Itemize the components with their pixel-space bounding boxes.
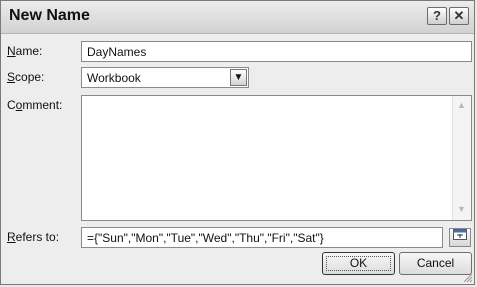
title-bar[interactable]: New Name ? ✕ bbox=[1, 1, 474, 34]
comment-textarea[interactable]: ▲ ▼ bbox=[81, 95, 472, 221]
scroll-up-icon[interactable]: ▲ bbox=[455, 99, 468, 112]
resize-grip-icon[interactable] bbox=[463, 273, 473, 283]
name-input[interactable]: DayNames bbox=[81, 41, 472, 62]
chevron-down-icon[interactable]: ▼ bbox=[230, 69, 247, 86]
scope-selected-value: Workbook bbox=[87, 71, 141, 85]
comment-scrollbar[interactable]: ▲ ▼ bbox=[452, 96, 471, 220]
close-button[interactable]: ✕ bbox=[449, 7, 469, 25]
dialog-title: New Name bbox=[9, 7, 90, 24]
collapse-dialog-glyph bbox=[453, 229, 467, 240]
cancel-button[interactable]: Cancel bbox=[399, 252, 472, 275]
refers-to-input[interactable]: ={"Sun","Mon","Tue","Wed","Thu","Fri","S… bbox=[81, 227, 443, 248]
comment-label: Comment: bbox=[7, 98, 63, 112]
name-label: Name: bbox=[7, 44, 43, 58]
help-button[interactable]: ? bbox=[427, 7, 447, 25]
scope-label: Scope: bbox=[7, 70, 45, 84]
scope-select[interactable]: Workbook ▼ bbox=[81, 67, 249, 88]
new-name-dialog: New Name ? ✕ Name: DayNames Scope: Workb… bbox=[0, 0, 475, 285]
focus-rect bbox=[326, 256, 391, 271]
scroll-down-icon[interactable]: ▼ bbox=[455, 203, 468, 216]
ok-button[interactable]: OK bbox=[322, 252, 395, 275]
collapse-dialog-icon[interactable] bbox=[449, 228, 471, 247]
resize-grip-glyph bbox=[463, 273, 473, 283]
refers-to-label: Refers to: bbox=[7, 230, 60, 244]
